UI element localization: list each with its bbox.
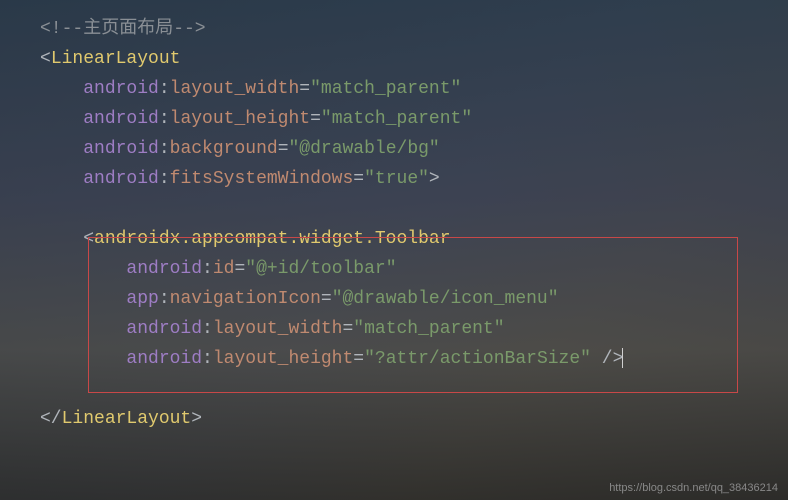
code-line-attr: android:fitsSystemWindows="true"> xyxy=(40,164,748,194)
code-line-attr: android:background="@drawable/bg" xyxy=(40,134,748,164)
code-line-attr: android:layout_width="match_parent" xyxy=(40,314,748,344)
code-line-child-open: <androidx.appcompat.widget.Toolbar xyxy=(40,224,748,254)
code-blank-line xyxy=(40,194,748,224)
code-block: <!--主页面布局--> <LinearLayout android:layou… xyxy=(0,0,788,448)
code-line-attr: android:layout_width="match_parent" xyxy=(40,74,748,104)
code-line-root-close: </LinearLayout> xyxy=(40,404,748,434)
code-blank-line xyxy=(40,374,748,404)
text-cursor xyxy=(622,348,623,368)
code-comment: <!--主页面布局--> xyxy=(40,14,748,44)
code-line-attr: android:layout_height="match_parent" xyxy=(40,104,748,134)
code-line-attr: android:layout_height="?attr/actionBarSi… xyxy=(40,344,748,374)
code-line-attr: app:navigationIcon="@drawable/icon_menu" xyxy=(40,284,748,314)
code-line-root-open: <LinearLayout xyxy=(40,44,748,74)
watermark-text: https://blog.csdn.net/qq_38436214 xyxy=(609,482,778,494)
code-line-attr: android:id="@+id/toolbar" xyxy=(40,254,748,284)
